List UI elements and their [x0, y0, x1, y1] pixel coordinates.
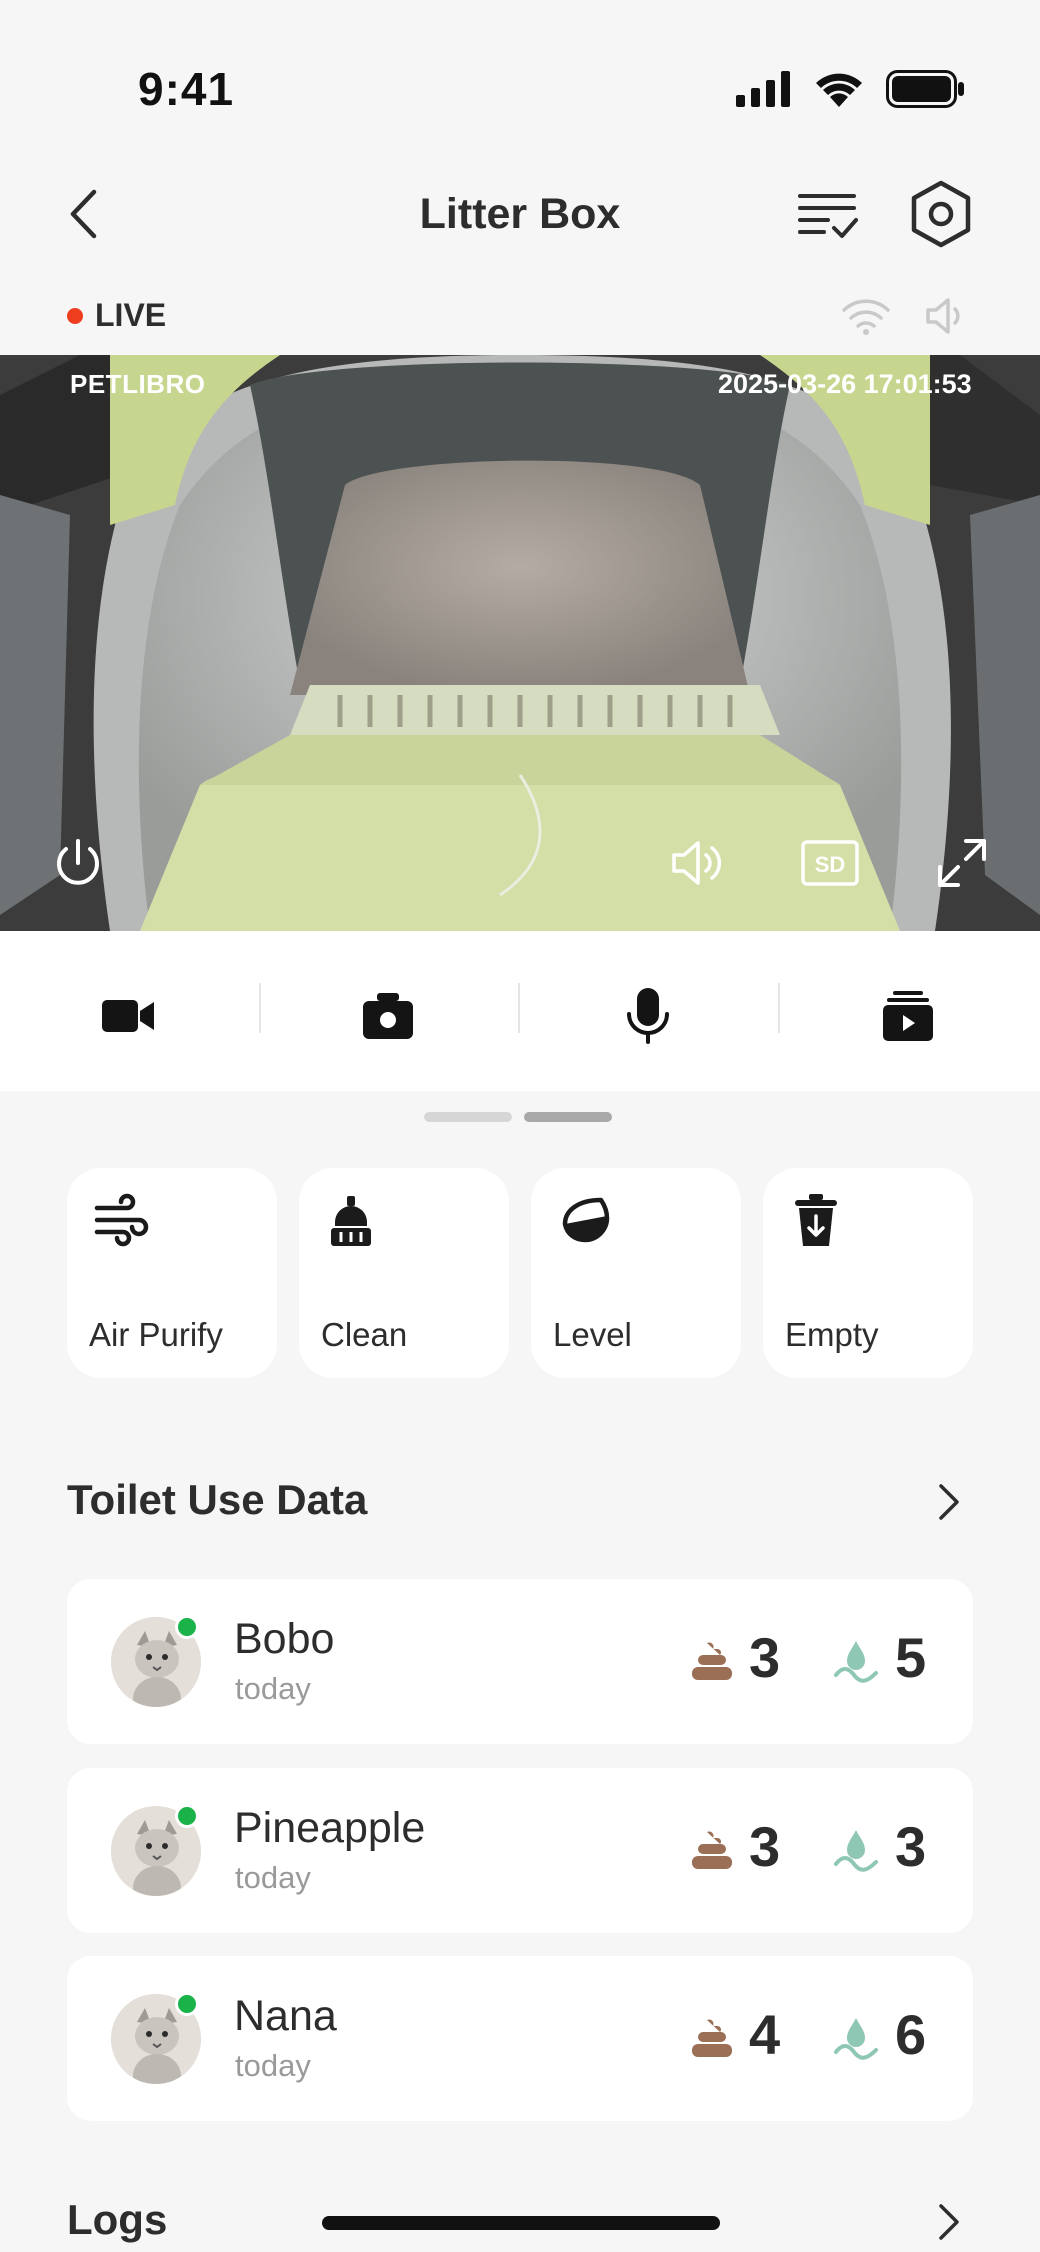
camera-toolbar	[0, 931, 1040, 1091]
pet-card[interactable]: Bobo today 3 5	[67, 1579, 973, 1744]
pet-card[interactable]: Pineapple today 3 3	[67, 1768, 973, 1933]
empty-icon	[795, 1194, 837, 1246]
record-video-button[interactable]	[88, 981, 168, 1051]
chevron-right-icon	[939, 2204, 959, 2240]
cellular-signal-icon	[736, 71, 790, 107]
toolbar-divider	[259, 983, 261, 1033]
pee-count: 6	[895, 2003, 927, 2066]
pet-card[interactable]: Nana today 4 6	[67, 1956, 973, 2121]
poop-count: 3	[749, 1626, 781, 1689]
chevron-right-icon	[939, 1484, 959, 1520]
status-time: 9:41	[138, 63, 235, 115]
page-dot-active[interactable]	[524, 1112, 612, 1122]
video-brand-watermark: PETLIBRO	[70, 369, 206, 399]
camera-icon	[363, 993, 413, 1039]
clean-button[interactable]: Clean	[299, 1168, 509, 1378]
svg-text:SD: SD	[815, 852, 846, 877]
poop-icon	[692, 1831, 732, 1869]
camera-speaker-icon[interactable]	[924, 296, 966, 336]
online-status-dot	[175, 1615, 199, 1639]
pet-name: Nana	[234, 1992, 337, 2040]
clean-label: Clean	[321, 1316, 408, 1353]
pet-date: today	[235, 1671, 311, 1706]
poop-icon	[692, 1642, 732, 1680]
online-status-dot	[175, 1992, 199, 2016]
live-indicator-row: LIVE	[0, 292, 1040, 342]
pet-date: today	[235, 2048, 311, 2083]
camera-wifi-icon	[842, 299, 890, 335]
pee-icon	[834, 1830, 878, 1872]
toolbar-divider	[778, 983, 780, 1033]
status-icons	[736, 70, 966, 108]
air-purify-icon	[94, 1193, 149, 1247]
video-volume-icon[interactable]	[668, 833, 728, 893]
sd-quality-icon[interactable]: SD	[800, 833, 860, 893]
toilet-use-header[interactable]: Toilet Use Data	[67, 1470, 973, 1530]
pee-icon	[834, 2018, 878, 2060]
quick-actions: Air Purify Clean Level Empty	[67, 1168, 973, 1378]
page-indicator	[424, 1112, 612, 1122]
poop-count: 3	[749, 1815, 781, 1878]
clean-icon	[331, 1196, 371, 1246]
air-purify-label: Air Purify	[89, 1316, 223, 1353]
settings-button[interactable]	[910, 180, 972, 248]
online-status-dot	[175, 1804, 199, 1828]
video-timestamp: 2025-03-26 17:01:53	[718, 369, 972, 399]
pet-name: Pineapple	[234, 1804, 426, 1852]
air-purify-button[interactable]: Air Purify	[67, 1168, 277, 1378]
live-dot	[67, 308, 83, 324]
pee-icon	[834, 1641, 878, 1683]
page-dot[interactable]	[424, 1112, 512, 1122]
poop-icon	[692, 2019, 732, 2057]
fullscreen-icon[interactable]	[932, 833, 992, 893]
home-indicator[interactable]	[322, 2216, 720, 2230]
microphone-icon	[627, 988, 669, 1044]
empty-button[interactable]: Empty	[763, 1168, 973, 1378]
talk-button[interactable]	[608, 981, 688, 1051]
nav-bar: Litter Box	[0, 170, 1040, 260]
hexagon-settings-icon	[911, 180, 971, 248]
pee-count: 5	[895, 1626, 927, 1689]
section-title: Logs	[67, 2196, 168, 2243]
poop-count: 4	[749, 2003, 781, 2066]
page-title: Litter Box	[419, 190, 621, 238]
status-bar: 9:41	[0, 0, 1040, 150]
pet-name: Bobo	[234, 1615, 335, 1663]
wifi-icon	[816, 73, 862, 107]
litter-box-camera-image	[0, 355, 1040, 931]
power-icon[interactable]	[48, 833, 108, 893]
video-library-icon	[883, 991, 933, 1041]
list-check-icon	[798, 194, 858, 238]
records-list-button[interactable]	[796, 188, 860, 244]
snapshot-button[interactable]	[348, 981, 428, 1051]
live-label: LIVE	[95, 297, 167, 333]
toolbar-divider	[518, 983, 520, 1033]
level-icon	[562, 1197, 610, 1243]
battery-icon	[886, 70, 964, 108]
level-label: Level	[553, 1316, 632, 1353]
pee-count: 3	[895, 1815, 927, 1878]
section-title: Toilet Use Data	[67, 1476, 368, 1523]
pet-date: today	[235, 1860, 311, 1895]
playback-button[interactable]	[868, 981, 948, 1051]
camera-live-feed[interactable]: PETLIBRO 2025-03-26 17:01:53 SD	[0, 355, 1040, 931]
video-camera-icon	[102, 1000, 154, 1032]
empty-label: Empty	[785, 1316, 879, 1353]
level-button[interactable]: Level	[531, 1168, 741, 1378]
